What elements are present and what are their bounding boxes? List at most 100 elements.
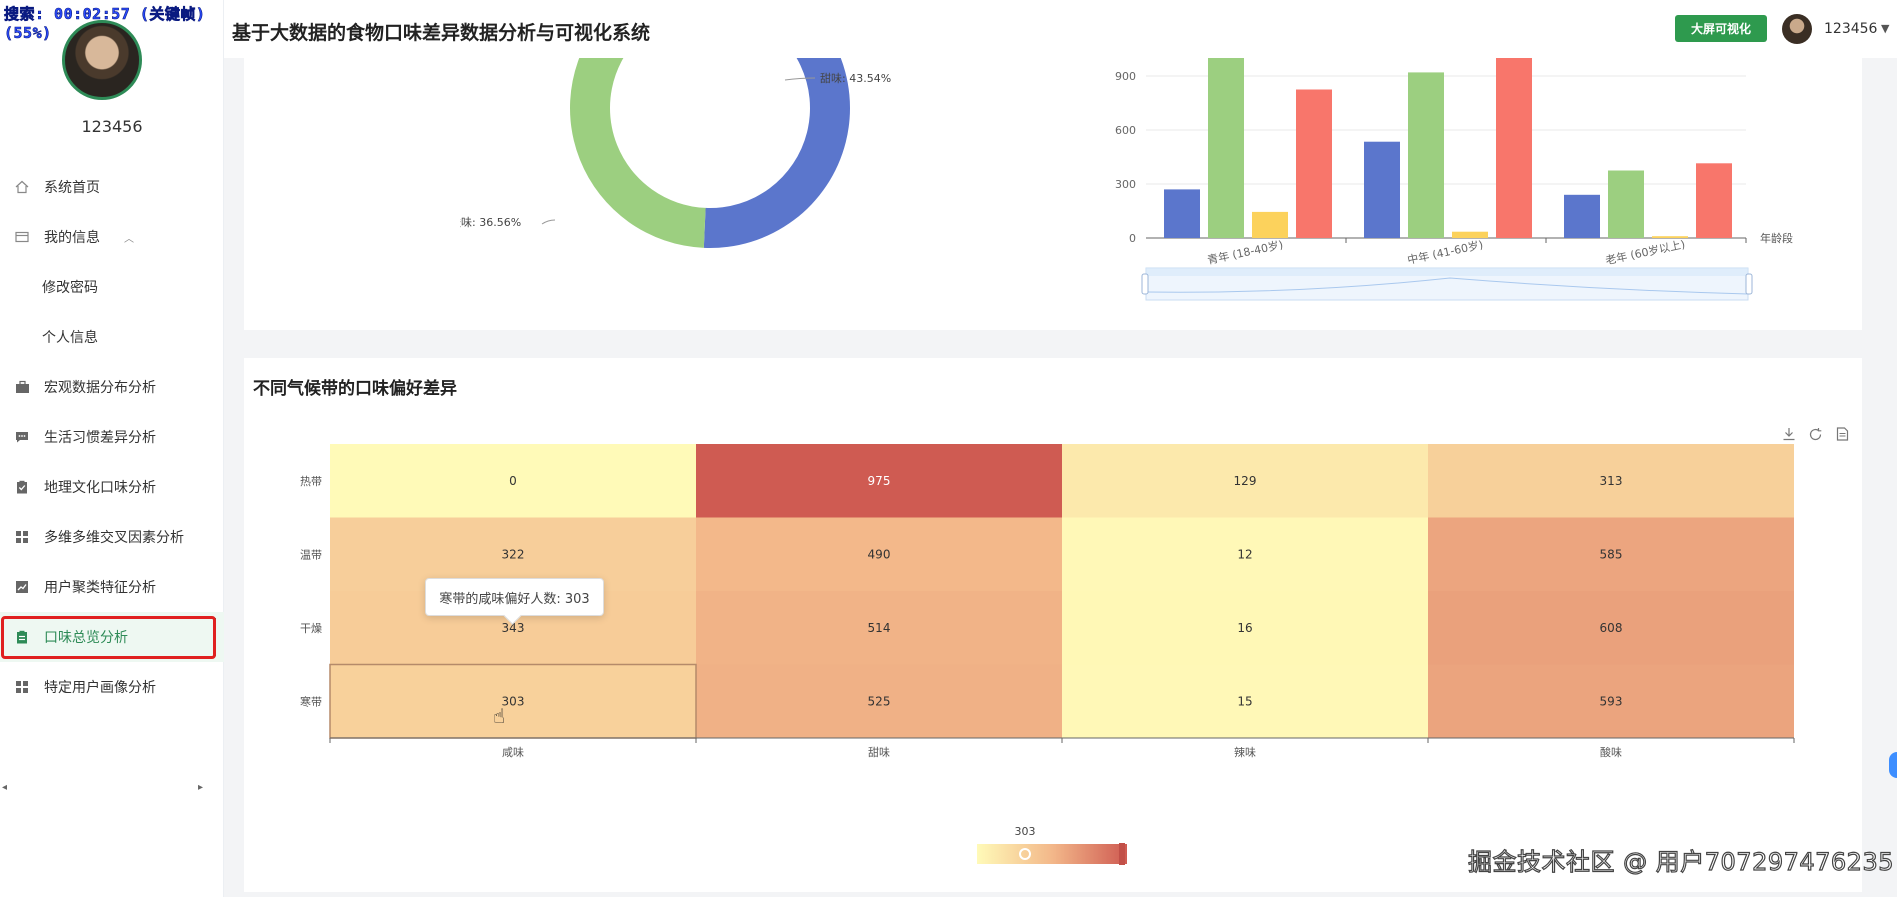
sidebar-item-my-info[interactable]: 我的信息 ︿ bbox=[0, 212, 224, 262]
pie-label-sweet: 甜味: 43.54% bbox=[820, 72, 891, 85]
bar[interactable] bbox=[1564, 194, 1600, 238]
y-tick-label: 900 bbox=[1115, 70, 1136, 83]
x-tick-label: 青年 (18-40岁) bbox=[1206, 237, 1284, 267]
home-icon bbox=[14, 179, 30, 195]
heatmap-cell-label: 129 bbox=[1234, 474, 1257, 488]
sidebar-item-label: 地理文化口味分析 bbox=[44, 480, 156, 496]
watermark: 掘金技术社区 @ 用户707297476235 bbox=[1467, 847, 1894, 876]
heatmap-cell-label: 490 bbox=[868, 547, 891, 561]
sidebar-item-label: 修改密码 bbox=[42, 280, 98, 296]
sidebar-item-label: 宏观数据分布分析 bbox=[44, 380, 156, 396]
bar[interactable] bbox=[1252, 211, 1288, 238]
heatmap-cell-label: 16 bbox=[1237, 621, 1252, 635]
bar[interactable] bbox=[1408, 72, 1444, 239]
visual-map-value: 303 bbox=[1015, 825, 1036, 838]
sidebar-item-user-portrait[interactable]: 特定用户画像分析 bbox=[0, 662, 224, 712]
sidebar: 搜索: 00:02:57 (关键帧) (55%) 123456 系统首页 我的信… bbox=[0, 0, 224, 897]
grid-icon bbox=[14, 529, 30, 545]
heatmap-cell-label: 15 bbox=[1237, 694, 1252, 708]
trend-chart-icon bbox=[14, 579, 30, 595]
bar[interactable] bbox=[1496, 58, 1532, 238]
x-axis-title: 年龄段 bbox=[1760, 231, 1793, 245]
heatmap-cell-label: 0 bbox=[509, 474, 517, 488]
x-tick-label: 酸味 bbox=[1600, 745, 1622, 759]
chevron-down-icon[interactable]: ▼ bbox=[1881, 22, 1889, 35]
bar[interactable] bbox=[1608, 170, 1644, 239]
x-tick-label: 甜味 bbox=[868, 746, 890, 759]
refresh-icon[interactable] bbox=[1808, 427, 1823, 446]
visual-map[interactable]: 303 bbox=[970, 820, 1150, 870]
sidebar-item-home[interactable]: 系统首页 bbox=[0, 162, 224, 212]
grid-icon bbox=[14, 679, 30, 695]
visual-map-bar[interactable] bbox=[977, 844, 1127, 864]
data-view-icon[interactable] bbox=[1836, 427, 1849, 445]
pie-slice-0[interactable] bbox=[703, 58, 851, 248]
y-tick-label: 0 bbox=[1129, 232, 1136, 245]
app-root: 搜索: 00:02:57 (关键帧) (55%) 123456 系统首页 我的信… bbox=[0, 0, 1897, 897]
y-tick-label: 寒带 bbox=[300, 694, 322, 708]
datazoom-range bbox=[1146, 268, 1748, 276]
section-title: 不同气候带的口味偏好差异 bbox=[253, 379, 457, 399]
pie-label-sour: 酸味: 36.56% bbox=[460, 215, 521, 229]
floating-help-button[interactable] bbox=[1889, 752, 1897, 778]
sidebar-item-change-password[interactable]: 修改密码 bbox=[0, 262, 224, 312]
y-tick-label: 热带 bbox=[300, 475, 322, 488]
sidebar-item-user-cluster[interactable]: 用户聚类特征分析 bbox=[0, 562, 224, 612]
top-header: 基于大数据的食物口味差异数据分析与可视化系统 大屏可视化 123456 ▼ bbox=[224, 0, 1897, 58]
heatmap-cell-label: 313 bbox=[1600, 474, 1623, 488]
chevron-up-icon[interactable]: ︿ bbox=[124, 230, 134, 245]
page-title: 基于大数据的食物口味差异数据分析与可视化系统 bbox=[232, 22, 651, 44]
sidebar-item-label: 生活习惯差异分析 bbox=[44, 430, 156, 446]
bar[interactable] bbox=[1364, 141, 1400, 238]
sidebar-item-macro-distribution[interactable]: 宏观数据分布分析 bbox=[0, 362, 224, 412]
heatmap-cell-label: 585 bbox=[1600, 547, 1623, 561]
donut-chart: 甜味: 43.54% 酸味: 36.56% bbox=[460, 58, 891, 248]
bar[interactable] bbox=[1696, 163, 1732, 238]
x-tick-label: 中年 (41-60岁) bbox=[1406, 237, 1484, 267]
caret-left-icon[interactable]: ◂ bbox=[2, 782, 7, 793]
pointer-cursor-icon: ☝ bbox=[493, 704, 506, 728]
header-username[interactable]: 123456 bbox=[1824, 21, 1877, 37]
bar[interactable] bbox=[1208, 58, 1244, 238]
highlight-box bbox=[1, 616, 216, 659]
avatar[interactable] bbox=[62, 20, 142, 100]
bar[interactable] bbox=[1452, 231, 1488, 238]
sidebar-item-personal-info[interactable]: 个人信息 bbox=[0, 312, 224, 362]
x-tick-label: 老年 (60岁以上) bbox=[1604, 237, 1686, 268]
datazoom-left-handle[interactable] bbox=[1141, 273, 1149, 295]
sidebar-item-label: 个人信息 bbox=[42, 330, 98, 346]
sidebar-item-label: 用户聚类特征分析 bbox=[44, 580, 156, 596]
x-tick-label: 辣味 bbox=[1234, 745, 1256, 759]
y-tick-label: 600 bbox=[1115, 124, 1136, 137]
age-group-bar-chart: 0 300 600 900 青年 (18-40岁) 中年 (41-60岁) 老年 (60岁以… bbox=[1115, 58, 1793, 301]
visual-map-handle[interactable] bbox=[1119, 843, 1125, 865]
avatar[interactable] bbox=[1782, 14, 1812, 44]
heatmap-cell-label: 322 bbox=[502, 547, 525, 561]
sidebar-item-label: 我的信息 bbox=[44, 230, 100, 246]
briefcase-icon bbox=[14, 379, 30, 395]
heatmap-cell-label: 975 bbox=[868, 474, 891, 488]
sidebar-item-cross-factor[interactable]: 多维多维交叉因素分析 bbox=[0, 512, 224, 562]
y-tick-label: 干燥 bbox=[300, 622, 322, 635]
sidebar-item-lifestyle[interactable]: 生活习惯差异分析 bbox=[0, 412, 224, 462]
chat-bubble-icon bbox=[14, 429, 30, 445]
sidebar-item-label: 特定用户画像分析 bbox=[44, 680, 156, 696]
x-tick-label: 咸味 bbox=[502, 746, 524, 759]
heatmap-cell-label: 525 bbox=[868, 694, 891, 708]
sidebar-item-label: 多维多维交叉因素分析 bbox=[44, 530, 184, 546]
y-tick-label: 300 bbox=[1115, 178, 1136, 191]
sidebar-username: 123456 bbox=[81, 117, 143, 136]
clipboard-check-icon bbox=[14, 479, 30, 495]
heatmap-cell-label: 608 bbox=[1600, 621, 1623, 635]
sidebar-item-label: 系统首页 bbox=[44, 180, 100, 196]
caret-right-icon[interactable]: ▸ bbox=[198, 782, 203, 793]
pie-slice-1[interactable] bbox=[570, 58, 706, 248]
bar[interactable] bbox=[1164, 189, 1200, 238]
bar[interactable] bbox=[1296, 89, 1332, 239]
bigscreen-button[interactable]: 大屏可视化 bbox=[1675, 15, 1767, 42]
datazoom-right-handle[interactable] bbox=[1745, 273, 1753, 295]
heatmap-cell-label: 593 bbox=[1600, 694, 1623, 708]
heatmap-tooltip: 寒带的咸味偏好人数: 303 bbox=[425, 578, 604, 616]
profile-card-icon bbox=[14, 229, 30, 245]
sidebar-item-geo-culture[interactable]: 地理文化口味分析 bbox=[0, 462, 224, 512]
